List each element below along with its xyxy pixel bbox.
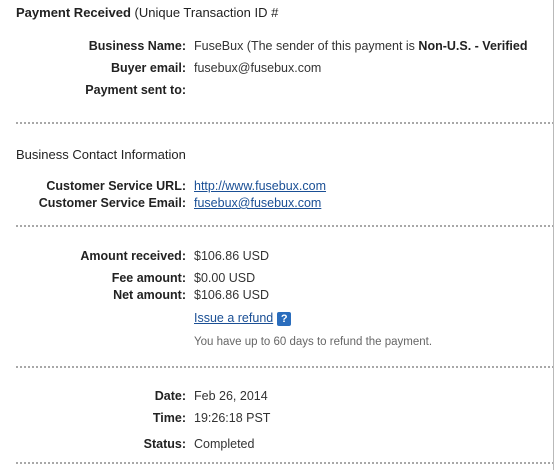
amount-received-value: $106.86 USD bbox=[194, 249, 270, 263]
contact-section-heading: Business Contact Information bbox=[16, 147, 186, 162]
buyer-email-label: Buyer email: bbox=[110, 61, 186, 75]
business-name-label: Business Name: bbox=[88, 39, 186, 53]
net-amount-value: $106.86 USD bbox=[194, 288, 270, 302]
page-title-rest: (Unique Transaction ID # bbox=[130, 5, 279, 20]
fee-amount-value: $0.00 USD bbox=[194, 271, 256, 285]
issue-refund-link[interactable]: Issue a refund bbox=[194, 311, 273, 325]
refund-row: Issue a refund? bbox=[194, 311, 292, 326]
business-name-text: FuseBux (The sender of this payment is bbox=[194, 39, 419, 53]
date-value: Feb 26, 2014 bbox=[194, 389, 268, 403]
business-name-value: FuseBux (The sender of this payment is N… bbox=[194, 39, 527, 53]
date-label: Date: bbox=[154, 389, 186, 403]
help-icon[interactable]: ? bbox=[277, 311, 292, 326]
refund-note: You have up to 60 days to refund the pay… bbox=[194, 336, 433, 348]
verification-status: Non-U.S. - Verified bbox=[418, 39, 528, 53]
time-label: Time: bbox=[152, 411, 186, 425]
customer-service-url-label: Customer Service URL: bbox=[46, 179, 186, 193]
time-value: 19:26:18 PST bbox=[194, 411, 271, 425]
section-divider bbox=[16, 462, 553, 464]
status-label: Status: bbox=[143, 437, 186, 451]
status-value: Completed bbox=[194, 437, 255, 451]
amount-received-label: Amount received: bbox=[80, 249, 186, 263]
net-amount-label: Net amount: bbox=[113, 288, 186, 302]
page-title-bold: Payment Received bbox=[16, 5, 131, 20]
payment-sent-to-label: Payment sent to: bbox=[85, 83, 186, 97]
fee-amount-label: Fee amount: bbox=[111, 271, 186, 285]
customer-service-email-link[interactable]: fusebux@fusebux.com bbox=[194, 196, 321, 210]
page-title: Payment Received (Unique Transaction ID … bbox=[16, 5, 278, 20]
section-divider bbox=[16, 225, 553, 227]
buyer-email-value: fusebux@fusebux.com bbox=[194, 61, 322, 75]
section-divider bbox=[16, 122, 553, 124]
customer-service-url-link[interactable]: http://www.fusebux.com bbox=[194, 179, 326, 193]
section-divider bbox=[16, 366, 553, 368]
payment-details-panel: Payment Received (Unique Transaction ID … bbox=[0, 0, 554, 470]
customer-service-email-label: Customer Service Email: bbox=[38, 196, 186, 210]
